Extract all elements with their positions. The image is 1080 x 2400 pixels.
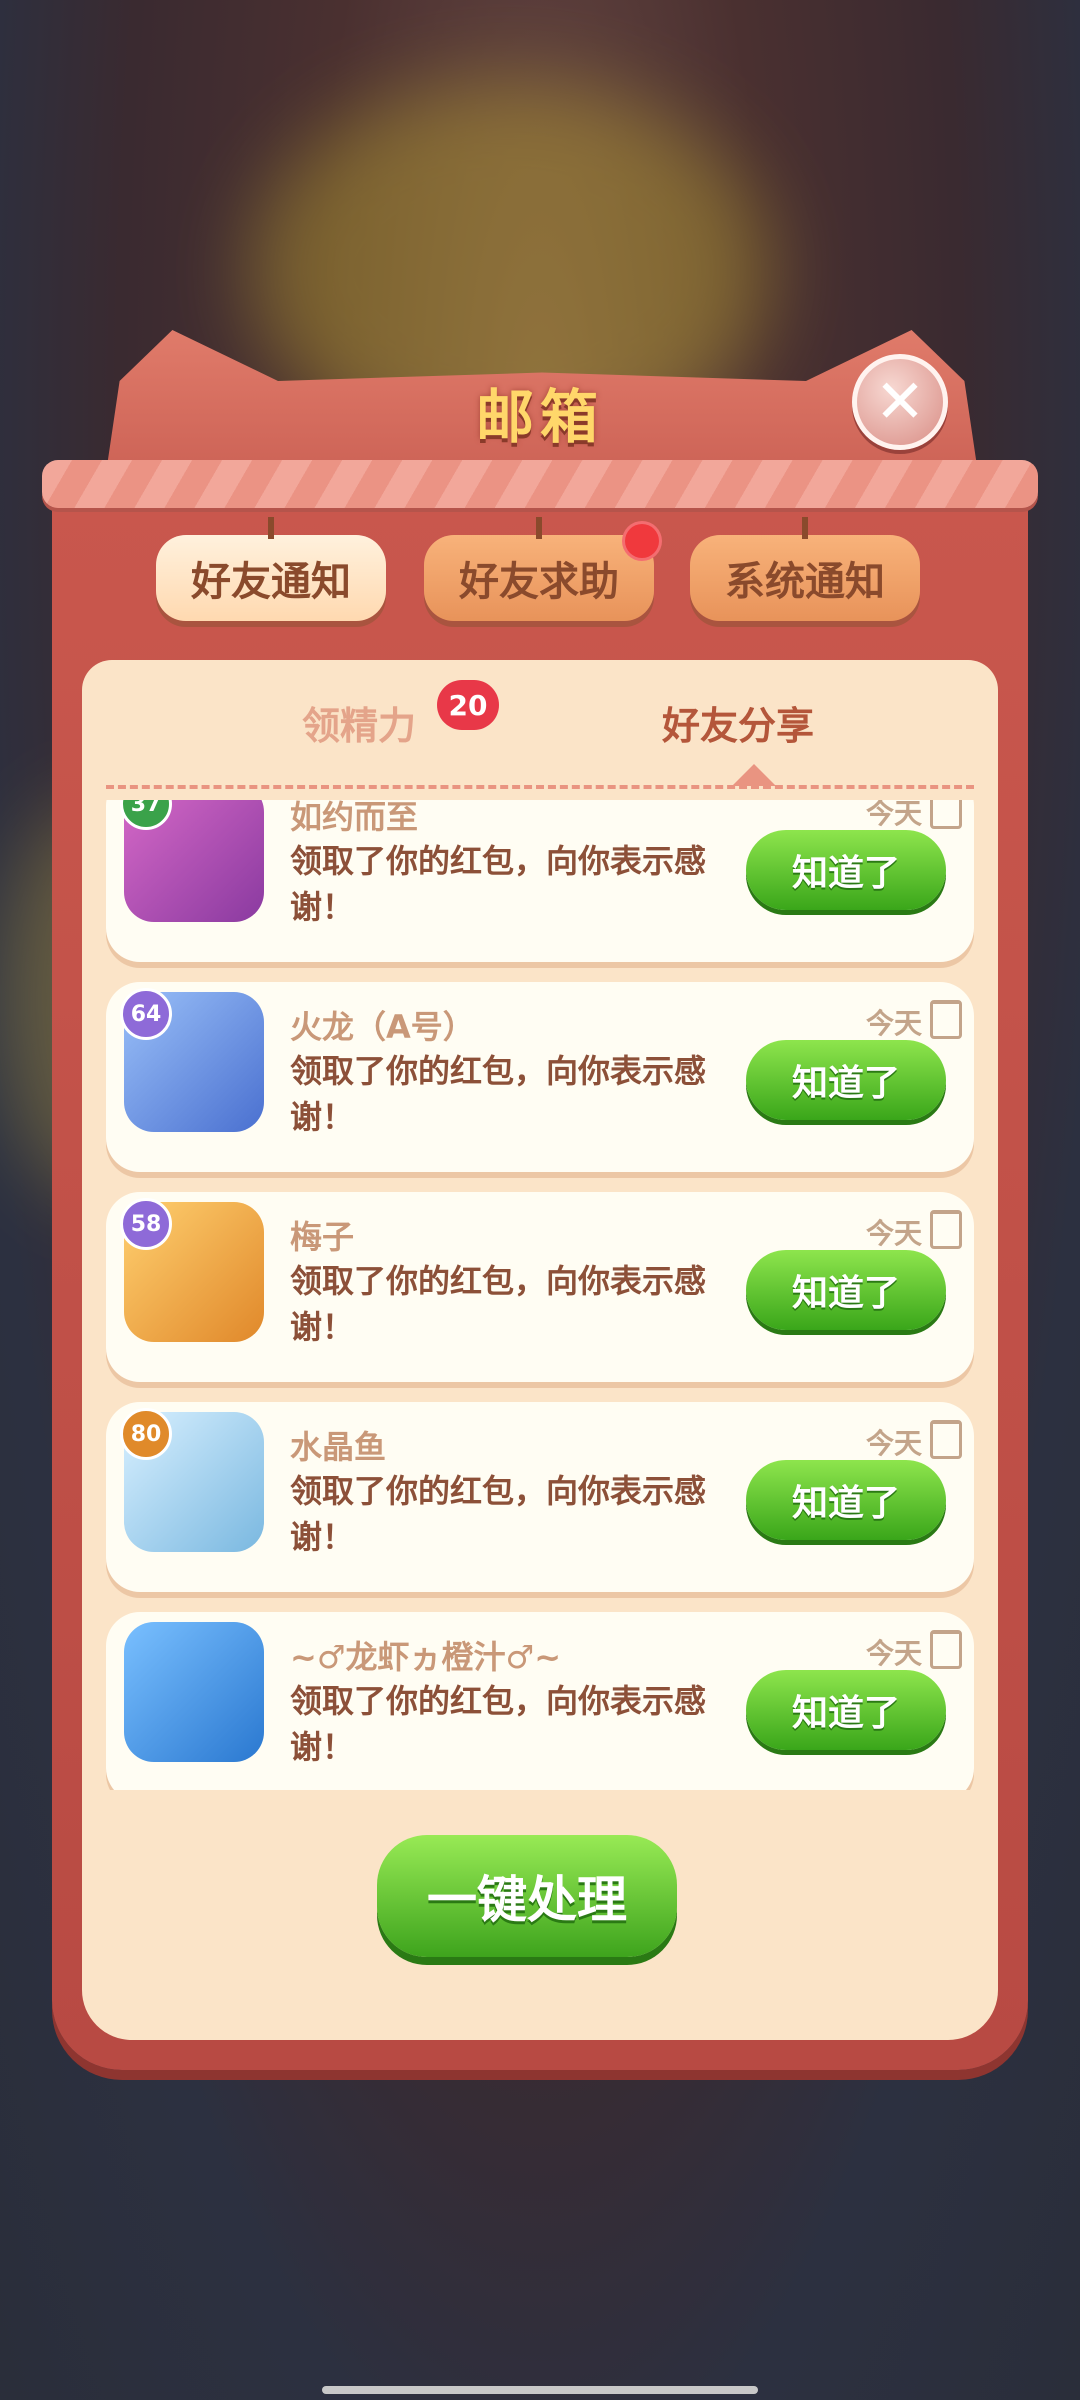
- list-item: 64 火龙（A号） 领取了你的红包，向你表示感谢！ 今天 知道了: [106, 982, 974, 1172]
- mail-content-panel: 领精力 20 好友分享 37 如约而至 领取了你的红包，向你表示感谢！ 今天 知…: [82, 660, 998, 2040]
- tab-label: 好友求助: [459, 559, 619, 605]
- trash-icon[interactable]: [930, 1000, 962, 1039]
- tab-peg: [268, 517, 274, 539]
- message-text: 领取了你的红包，向你表示感谢！: [290, 1052, 707, 1136]
- avatar[interactable]: [124, 1622, 264, 1762]
- mailbox-modal: 邮箱 ✕ 好友通知 好友求助 系统通知 领精力 20 好友分享 37 如约而至 …: [42, 320, 1038, 2070]
- list-item: ~♂龙虾ヵ橙汁♂~ 领取了你的红包，向你表示感谢！ 今天 知道了: [106, 1612, 974, 1790]
- selected-pointer: [732, 764, 776, 786]
- subtab-divider: [106, 785, 974, 789]
- message-text: 领取了你的红包，向你表示感谢！: [290, 1472, 707, 1556]
- close-icon: ✕: [874, 367, 926, 437]
- trash-icon[interactable]: [930, 1630, 962, 1669]
- level-badge: 64: [120, 988, 172, 1040]
- tab-peg: [536, 517, 542, 539]
- message-date: 今天: [866, 800, 923, 830]
- tab-label: 好友通知: [191, 559, 351, 605]
- tab-friend-notice[interactable]: 好友通知: [156, 517, 386, 621]
- sender-name: 梅子: [290, 1218, 355, 1256]
- acknowledge-button[interactable]: 知道了: [746, 1040, 946, 1120]
- tab-friend-help[interactable]: 好友求助: [424, 517, 662, 621]
- list-item: 58 梅子 领取了你的红包，向你表示感谢！ 今天 知道了: [106, 1192, 974, 1382]
- sender-name: 如约而至: [290, 800, 419, 836]
- trash-icon[interactable]: [930, 1420, 962, 1459]
- message-date: 今天: [866, 1427, 923, 1460]
- acknowledge-button[interactable]: 知道了: [746, 1460, 946, 1540]
- message-text: 领取了你的红包，向你表示感谢！: [290, 1682, 707, 1766]
- batch-process-button[interactable]: 一键处理: [377, 1835, 677, 1957]
- subtab-friend-share[interactable]: 好友分享: [662, 695, 814, 750]
- message-date: 今天: [866, 1007, 923, 1040]
- subtab-energy[interactable]: 领精力: [302, 695, 416, 750]
- acknowledge-button[interactable]: 知道了: [746, 1670, 946, 1750]
- home-indicator[interactable]: [322, 2386, 758, 2394]
- tab-system-notice[interactable]: 系统通知: [690, 517, 920, 621]
- level-badge: 58: [120, 1198, 172, 1250]
- message-date: 今天: [866, 1217, 923, 1250]
- notification-dot: [622, 521, 662, 561]
- level-badge: 80: [120, 1408, 172, 1460]
- trash-icon[interactable]: [930, 800, 962, 829]
- sender-name: 火龙（A号）: [290, 1008, 475, 1046]
- sender-name: 水晶鱼: [290, 1428, 387, 1466]
- list-item: 80 水晶鱼 领取了你的红包，向你表示感谢！ 今天 知道了: [106, 1402, 974, 1592]
- message-text: 领取了你的红包，向你表示感谢！: [290, 1262, 707, 1346]
- list-item: 37 如约而至 领取了你的红包，向你表示感谢！ 今天 知道了: [106, 800, 974, 962]
- message-list[interactable]: 37 如约而至 领取了你的红包，向你表示感谢！ 今天 知道了 64 火龙（A号）…: [106, 800, 974, 1790]
- sender-name: ~♂龙虾ヵ橙汁♂~: [290, 1638, 562, 1676]
- tab-peg: [802, 517, 808, 539]
- message-text: 领取了你的红包，向你表示感谢！: [290, 842, 707, 926]
- acknowledge-button[interactable]: 知道了: [746, 830, 946, 910]
- header-shelf: [42, 460, 1038, 508]
- close-button[interactable]: ✕: [852, 354, 948, 450]
- count-badge: 20: [437, 680, 499, 730]
- trash-icon[interactable]: [930, 1210, 962, 1249]
- acknowledge-button[interactable]: 知道了: [746, 1250, 946, 1330]
- message-date: 今天: [866, 1637, 923, 1670]
- tab-label: 系统通知: [725, 559, 885, 605]
